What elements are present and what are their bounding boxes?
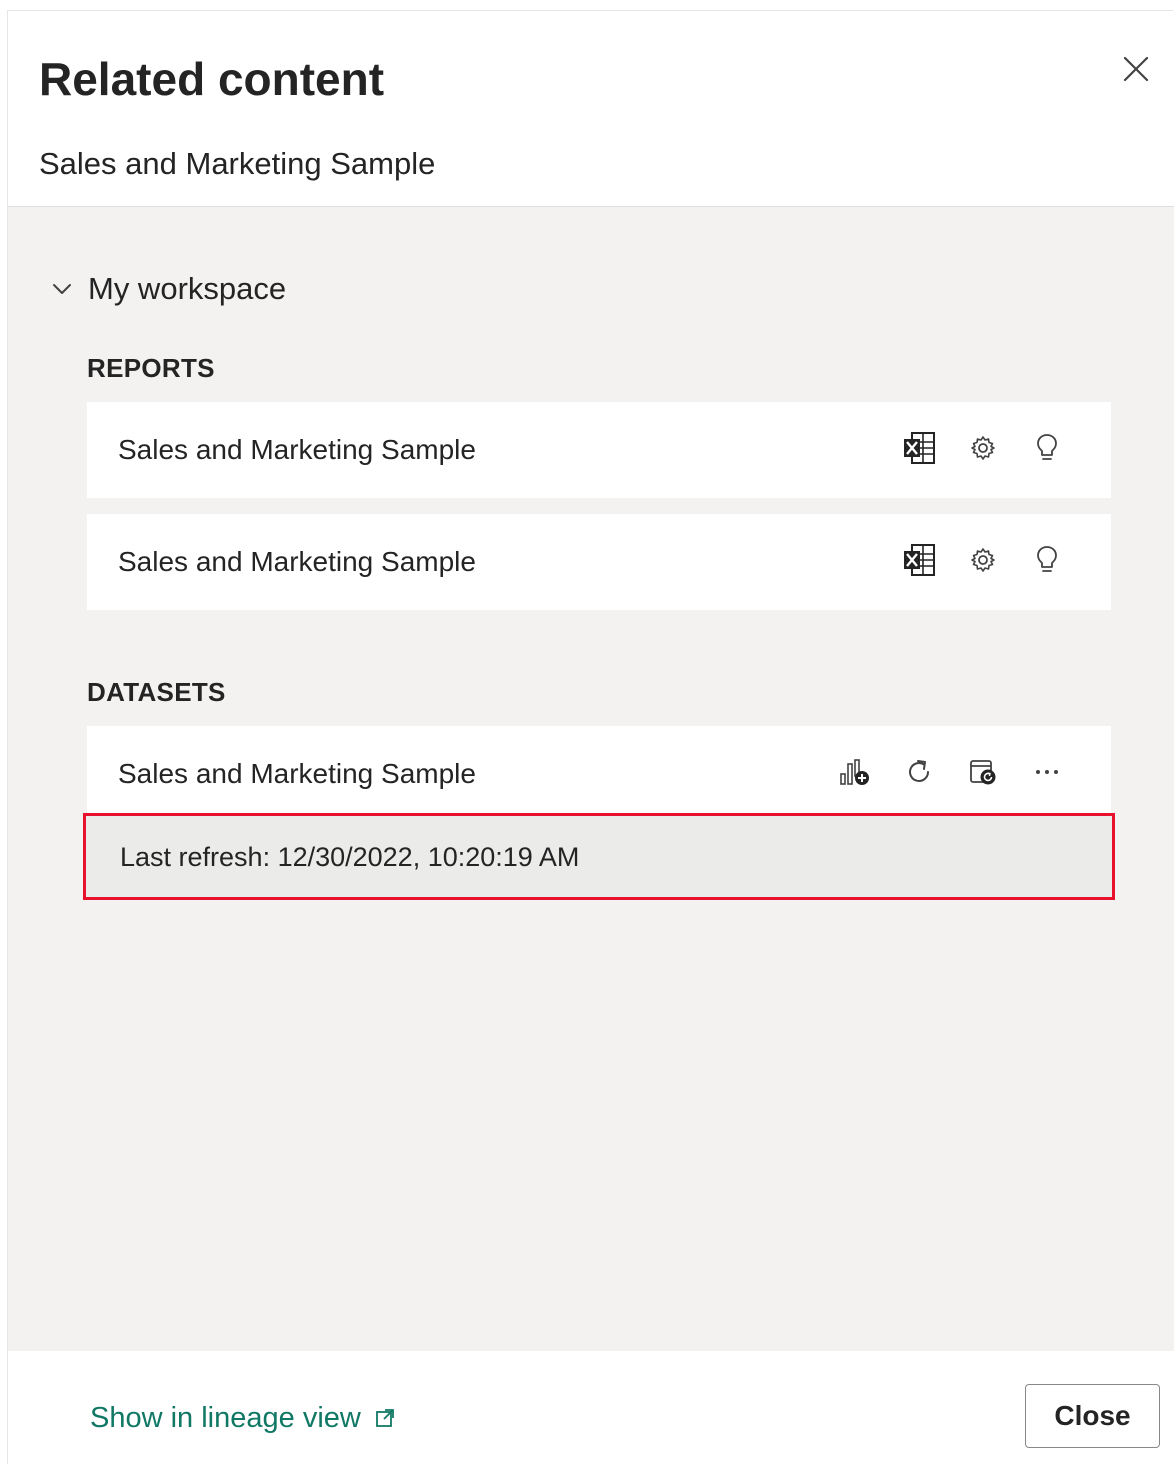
related-content-body: My workspace REPORTS Sales and Marketing… [8, 207, 1174, 1351]
open-external-icon [375, 1409, 394, 1427]
workspace-label: My workspace [88, 271, 287, 306]
close-button[interactable]: Close [1025, 1384, 1160, 1448]
close-icon[interactable] [1118, 51, 1154, 87]
chevron-down-icon [53, 284, 71, 294]
lightbulb-icon[interactable] [1027, 540, 1067, 580]
dialog-footer: Show in lineage view Close [8, 1351, 1174, 1465]
scheduled-refresh-icon[interactable] [963, 752, 1003, 792]
excel-icon[interactable] [899, 540, 939, 580]
excel-icon[interactable] [899, 428, 939, 468]
report-item: Sales and Marketing Sample [87, 514, 1111, 610]
datasets-heading: DATASETS [87, 677, 226, 707]
lightbulb-icon[interactable] [1027, 428, 1067, 468]
dialog-subtitle: Sales and Marketing Sample [39, 146, 436, 181]
more-options-icon[interactable] [1027, 752, 1067, 792]
lineage-view-link[interactable]: Show in lineage view [90, 1400, 395, 1436]
report-item: Sales and Marketing Sample [87, 402, 1111, 498]
last-refresh-text: Last refresh: 12/30/2022, 10:20:19 AM [120, 842, 580, 872]
dataset-item: Sales and Marketing Sample [87, 726, 1111, 822]
reports-heading: REPORTS [87, 353, 215, 383]
dataset-name-link[interactable]: Sales and Marketing Sample [118, 756, 476, 792]
dialog-header: Related content Sales and Marketing Samp… [8, 11, 1174, 207]
dialog-title: Related content [39, 53, 385, 105]
refresh-icon[interactable] [899, 752, 939, 792]
create-report-icon[interactable] [835, 752, 875, 792]
gear-icon[interactable] [963, 428, 1003, 468]
report-name-link[interactable]: Sales and Marketing Sample [118, 544, 476, 580]
gear-icon[interactable] [963, 540, 1003, 580]
last-refresh-row: Last refresh: 12/30/2022, 10:20:19 AM [83, 813, 1115, 900]
workspace-toggle[interactable]: My workspace [50, 269, 286, 309]
lineage-link-label: Show in lineage view [90, 1402, 361, 1434]
report-name-link[interactable]: Sales and Marketing Sample [118, 432, 476, 468]
related-content-dialog: Related content Sales and Marketing Samp… [7, 10, 1174, 1465]
